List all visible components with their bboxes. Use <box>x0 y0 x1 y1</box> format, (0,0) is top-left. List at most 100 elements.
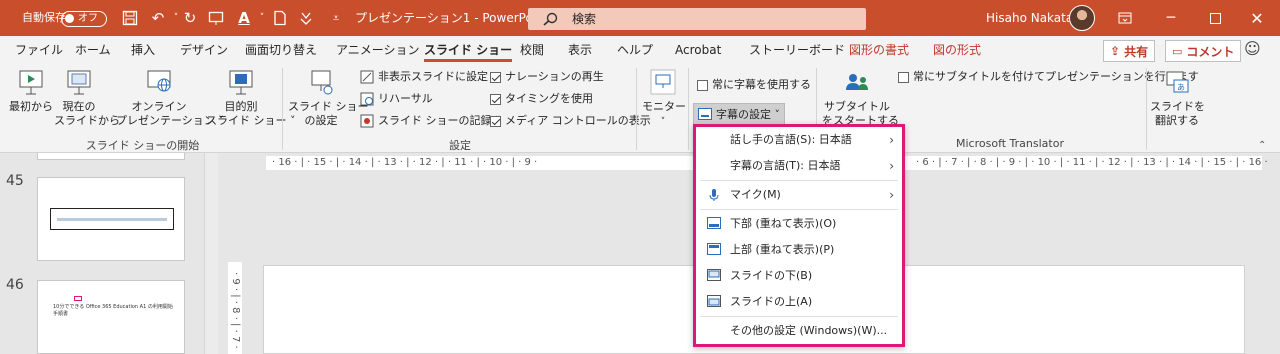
ribbon-display-icon[interactable] <box>1102 0 1148 36</box>
caption-settings-menu: 話し手の言語(S): 日本語 › 字幕の言語(T): 日本語 › マイク(M) … <box>693 124 905 347</box>
from-beginning-label: 最初から <box>9 100 53 113</box>
slide-thumbnail-pane: 45 46 10分でできる Office 365 Education A1 の利… <box>0 153 204 354</box>
group-label-setup: 設定 <box>449 139 471 152</box>
toggle-knob <box>65 14 74 23</box>
save-icon[interactable] <box>120 8 140 28</box>
media-label: メディア コントロールの表示 <box>505 114 651 127</box>
search-icon <box>543 12 558 26</box>
menu-item-more-settings[interactable]: その他の設定 (Windows)(W)... <box>696 318 902 344</box>
close-icon[interactable]: ✕ <box>1234 0 1280 36</box>
menu-item-bottom-overlay[interactable]: 下部 (重ねて表示)(O) <box>696 211 902 237</box>
setup-slideshow-button[interactable]: スライド ショー の設定 <box>288 68 369 128</box>
smiley-feedback-icon[interactable]: ☺ <box>1244 39 1261 58</box>
slide-thumbnail-46[interactable]: 10分でできる Office 365 Education A1 の利用開始手順書 <box>37 280 185 354</box>
present-icon[interactable] <box>206 8 226 28</box>
thumbnail-scrollbar[interactable] <box>204 153 218 354</box>
translate-slides-button[interactable]: あ スライドを 翻訳する <box>1150 68 1205 128</box>
hide-slide-button[interactable]: 非表示スライドに設定 <box>360 68 488 86</box>
tab-slideshow[interactable]: スライド ショー <box>424 36 513 64</box>
from-beginning-button[interactable]: 最初から <box>8 68 54 114</box>
above-slide-label: スライドの上(A) <box>730 295 813 308</box>
rehearse-icon <box>360 92 374 106</box>
comment-label: コメント <box>1186 44 1235 59</box>
always-caption-check-icon <box>697 79 708 91</box>
bottom-overlay-label: 下部 (重ねて表示)(O) <box>730 217 837 230</box>
tab-review[interactable]: 校閲 <box>520 36 544 64</box>
translate-icon: あ <box>1166 71 1189 93</box>
redo-icon[interactable]: ↻ <box>180 8 200 28</box>
play-from-current-icon <box>67 70 91 95</box>
caption-settings-button[interactable]: 字幕の設定 ˅ <box>693 103 785 125</box>
menu-item-top-overlay[interactable]: 上部 (重ねて表示)(P) <box>696 237 902 263</box>
previous-slide-thumbnail[interactable] <box>37 153 185 160</box>
tab-insert[interactable]: 挿入 <box>131 36 155 64</box>
new-file-icon[interactable] <box>270 8 290 28</box>
share-label: 共有 <box>1124 44 1149 59</box>
format-icon[interactable] <box>296 8 316 28</box>
menu-item-caption-language[interactable]: 字幕の言語(T): 日本語 › <box>696 153 902 179</box>
autosave-toggle[interactable]: オフ <box>61 11 107 27</box>
play-from-start-icon <box>19 70 43 95</box>
slide-thumbnail-45[interactable] <box>37 177 185 261</box>
title-bar: 自動保存 オフ ↶ ˅ ↻ A ˅ ⩡ プレゼンテーション1 - PowerPo… <box>0 0 1280 36</box>
subtitles-label-1: サブタイトル <box>824 100 890 113</box>
tab-storyboard[interactable]: ストーリーボード <box>749 36 845 64</box>
microphone-icon <box>709 189 719 201</box>
menu-item-below-slide[interactable]: スライドの下(B) <box>696 263 902 289</box>
comment-button[interactable]: ▭ コメント <box>1165 40 1242 62</box>
user-name[interactable]: Hisaho Nakata <box>986 0 1073 36</box>
top-overlay-icon <box>707 243 721 255</box>
minimize-icon[interactable]: ─ <box>1148 0 1194 36</box>
tab-file[interactable]: ファイル <box>15 36 63 64</box>
monitor-dropdown-icon: ˅ <box>660 117 666 127</box>
tab-animations[interactable]: アニメーション <box>336 36 420 64</box>
top-overlay-label: 上部 (重ねて表示)(P) <box>730 243 835 256</box>
timing-checkbox[interactable]: タイミングを使用 <box>490 90 593 108</box>
tab-slideshow-label: スライド ショー <box>424 43 513 57</box>
tab-acrobat[interactable]: Acrobat <box>675 36 721 64</box>
from-current-button[interactable]: 現在の スライドから <box>54 68 120 128</box>
present-online-button[interactable]: オンライン プレゼンテーション ˅ <box>116 68 224 128</box>
bottom-overlay-icon <box>707 217 721 229</box>
start-subtitles-button[interactable]: サブタイトル をスタートする <box>822 68 899 128</box>
menu-item-speaker-language[interactable]: 話し手の言語(S): 日本語 › <box>696 127 902 153</box>
monitor-button[interactable]: モニター ˅ <box>642 68 686 129</box>
tab-help[interactable]: ヘルプ <box>617 36 653 64</box>
menu-item-microphone[interactable]: マイク(M) › <box>696 182 902 208</box>
tab-design[interactable]: デザイン <box>180 36 228 64</box>
caption-settings-icon <box>698 108 712 120</box>
tab-picture-format[interactable]: 図の形式 <box>933 36 981 64</box>
customize-qat-icon[interactable]: ⩡ <box>326 8 346 28</box>
undo-icon[interactable]: ↶ <box>148 8 168 28</box>
share-icon: ⇪ <box>1110 44 1121 58</box>
avatar[interactable] <box>1069 5 1095 31</box>
menu-item-above-slide[interactable]: スライドの上(A) <box>696 289 902 315</box>
tab-shape-format[interactable]: 図形の書式 <box>849 36 909 64</box>
tab-view[interactable]: 表示 <box>568 36 592 64</box>
record-slideshow-button[interactable]: スライド ショーの記録 ˅ <box>360 112 500 130</box>
monitor-icon <box>650 69 676 95</box>
chevron-right-icon: › <box>889 188 894 202</box>
share-button[interactable]: ⇪ 共有 <box>1103 40 1156 62</box>
always-caption-checkbox[interactable]: 常に字幕を使用する <box>697 76 811 94</box>
collapse-ribbon-icon[interactable]: ⌃ <box>1258 140 1266 151</box>
tab-home[interactable]: ホーム <box>75 36 111 64</box>
menu-separator <box>700 209 898 210</box>
search-placeholder: 検索 <box>572 12 597 26</box>
search-box[interactable]: 検索 <box>528 8 866 30</box>
from-current-label-1: 現在の <box>62 100 96 113</box>
ribbon: 最初から 現在の スライドから オンライン プレゼンテーション ˅ 目的別 スラ… <box>0 64 1280 153</box>
media-controls-checkbox[interactable]: メディア コントロールの表示 <box>490 112 651 130</box>
present-online-label-2: プレゼンテーション ˅ <box>116 114 224 127</box>
font-color-dropdown-icon[interactable]: ˅ <box>252 8 272 28</box>
hide-slide-icon <box>360 70 374 84</box>
rehearse-button[interactable]: リハーサル <box>360 90 433 108</box>
narration-checkbox[interactable]: ナレーションの再生 <box>490 68 604 86</box>
custom-slideshow-button[interactable]: 目的別 スライド ショー ˅ <box>206 68 296 128</box>
rehearse-label: リハーサル <box>378 92 433 105</box>
tab-transitions[interactable]: 画面切り替え <box>245 36 317 64</box>
maximize-icon[interactable] <box>1192 0 1238 36</box>
font-color-icon[interactable]: A <box>234 8 254 28</box>
autosave-label: 自動保存 <box>22 11 66 24</box>
present-online-icon <box>147 70 171 92</box>
